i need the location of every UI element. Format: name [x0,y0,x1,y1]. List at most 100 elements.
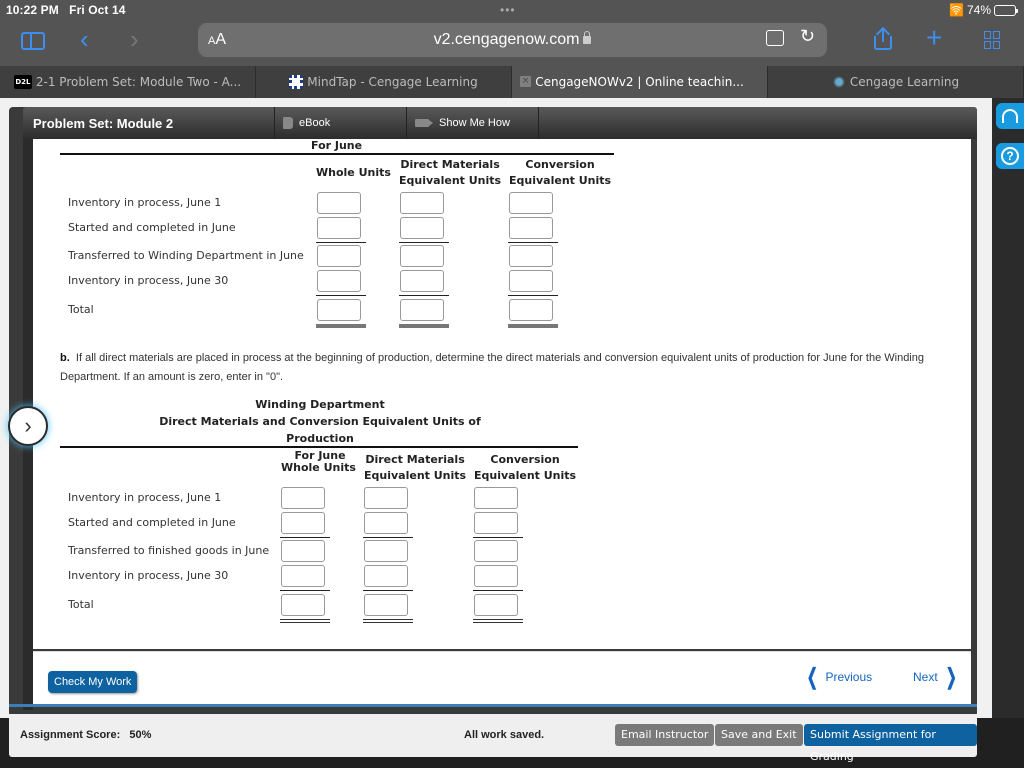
col-conv-units-b: Conversion Equivalent Units [474,453,577,482]
tab-cengagenow[interactable]: × CengageNOWv2 | Online teachin... [512,66,768,98]
reload-icon[interactable]: ↻ [800,26,815,47]
lock-icon [583,31,592,44]
email-instructor-button[interactable]: Email Instructor [615,724,715,746]
whole-units-input[interactable] [281,487,325,509]
share-icon[interactable] [874,26,892,50]
headset-icon [1002,109,1018,123]
battery-percent: 74% [966,3,991,17]
row-label: Transferred to Winding Department in Jun… [68,249,304,262]
whole-units-input[interactable] [281,512,325,534]
dm-units-input[interactable] [400,192,444,214]
row-label: Started and completed in June [68,221,236,234]
chevron-right-icon: ❯ [945,664,957,689]
check-my-work-button[interactable]: Check My Work [48,671,138,693]
battery-icon [994,4,1018,16]
problem-content[interactable]: For June Whole Units Direct Materials Equ… [33,139,971,649]
row-label: Transferred to finished goods in June [68,544,270,557]
question-navigation: Check My Work ❮ Previous Next ❯ [33,651,971,704]
tab-bar: D2L 2-1 Problem Set: Module Two - A... Mi… [0,66,1024,98]
row-label: Started and completed in June [68,516,236,529]
tab-cengage[interactable]: Cengage Learning [768,66,1024,98]
book-icon [283,117,293,129]
whole-units-input[interactable] [317,299,361,321]
show-me-how-button[interactable]: Show Me How [407,107,539,139]
conversion-units-input[interactable] [474,487,518,509]
conversion-units-input[interactable] [509,270,553,292]
conversion-units-input[interactable] [509,245,553,267]
col-dm-units: Direct Materials Equivalent Units [399,158,502,187]
conversion-units-input[interactable] [474,565,518,587]
cengage-favicon-icon [831,75,846,89]
save-and-exit-button[interactable]: Save and Exit [715,724,803,746]
assignment-header: Problem Set: Module 2 eBook Show Me How [23,107,977,139]
extension-icon[interactable] [766,30,784,46]
dm-units-input[interactable] [400,299,444,321]
whole-units-input[interactable] [317,217,361,239]
video-icon [415,119,433,127]
conversion-units-input[interactable] [474,594,518,616]
whole-units-input[interactable] [281,594,325,616]
dm-units-input[interactable] [364,540,408,562]
conversion-units-input[interactable] [474,540,518,562]
multitasking-dots[interactable]: ••• [500,3,516,17]
conversion-units-input[interactable] [474,512,518,534]
dm-units-input[interactable] [364,512,408,534]
row-label: Inventory in process, June 1 [68,196,222,209]
next-button[interactable]: Next ❯ [913,664,960,689]
table-a-subtitle: For June [311,139,363,152]
expand-panel-button[interactable]: › [8,406,48,446]
tabs-overview-icon[interactable] [984,31,1002,49]
url-text[interactable]: v2.cengagenow.com [198,31,827,49]
status-right: 🛜 74% [949,3,1018,17]
row-label: Total [68,598,94,611]
previous-button[interactable]: ❮ Previous [803,664,872,689]
problem-set-title: Problem Set: Module 2 [23,107,275,139]
browser-chrome: 10:22 PM Fri Oct 14 ••• 🛜 74% ‹ › AA v2.… [0,0,1024,66]
assignment-score: Assignment Score: 50% [20,729,152,741]
row-label: Total [68,303,94,316]
dm-units-input[interactable] [400,270,444,292]
col-whole-units: Whole Units [316,166,391,179]
dm-units-input[interactable] [400,217,444,239]
conversion-units-input[interactable] [509,299,553,321]
back-icon[interactable]: ‹ [80,24,89,55]
whole-units-input[interactable] [317,192,361,214]
col-dm-units-b: Direct Materials Equivalent Units [364,453,467,482]
row-label: Inventory in process, June 1 [68,491,222,504]
conversion-units-input[interactable] [509,217,553,239]
d2l-favicon-icon: D2L [13,75,32,89]
ebook-button[interactable]: eBook [275,107,407,139]
part-b-instructions: b. If all direct materials are placed in… [60,352,924,383]
assignment-footer: Assignment Score: 50% All work saved. Em… [9,714,977,763]
page: Problem Set: Module 2 eBook Show Me How … [0,98,1024,768]
submit-assignment-button[interactable]: Submit Assignment for Grading [804,724,977,763]
address-bar[interactable]: AA v2.cengagenow.com ↻ [198,23,827,57]
col-conv-units: Conversion Equivalent Units [509,158,612,187]
support-button[interactable] [996,103,1024,129]
wifi-icon: 🛜 [949,3,964,17]
forward-icon[interactable]: › [130,24,139,55]
chevron-left-icon: ❮ [806,664,818,689]
conversion-units-input[interactable] [509,192,553,214]
tab-d2l[interactable]: D2L 2-1 Problem Set: Module Two - A... [0,66,256,98]
row-label: Inventory in process, June 30 [68,274,229,287]
sidebar-icon[interactable] [21,32,45,50]
whole-units-input[interactable] [281,540,325,562]
whole-units-input[interactable] [317,245,361,267]
help-button[interactable]: ? [996,143,1024,169]
new-tab-icon[interactable]: + [926,22,942,54]
whole-units-input[interactable] [317,270,361,292]
status-time: 10:22 PM Fri Oct 14 [6,3,126,17]
row-label: Inventory in process, June 30 [68,569,229,582]
whole-units-input[interactable] [281,565,325,587]
help-icon: ? [1001,147,1019,165]
dm-units-input[interactable] [364,487,408,509]
dm-units-input[interactable] [364,565,408,587]
col-whole-units-b: Whole Units [281,461,356,474]
mindtap-favicon-icon [289,75,304,89]
dm-units-input[interactable] [400,245,444,267]
dm-units-input[interactable] [364,594,408,616]
save-status: All work saved. [464,729,545,741]
close-tab-icon[interactable]: × [520,76,531,87]
tab-mindtap[interactable]: MindTap - Cengage Learning [256,66,512,98]
